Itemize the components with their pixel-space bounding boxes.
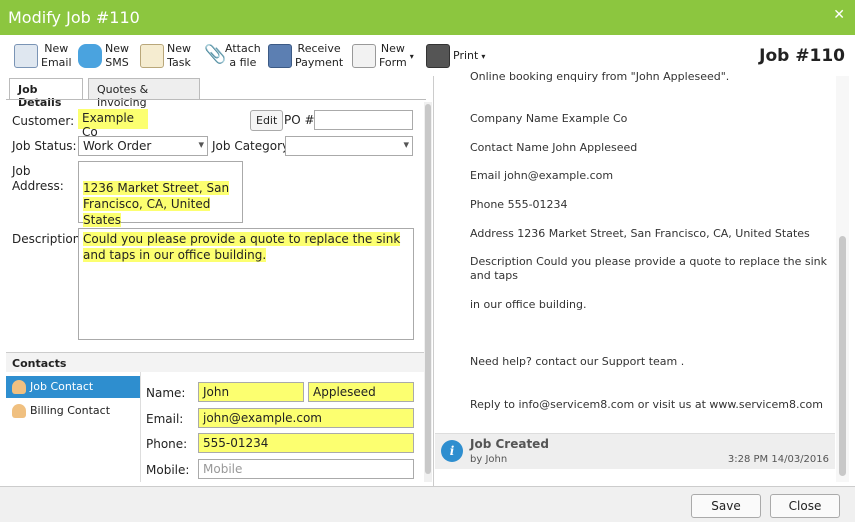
contact-item-job[interactable]: Job Contact (6, 376, 140, 398)
po-number-input[interactable] (314, 110, 413, 130)
tab-quotes-invoicing[interactable]: Quotes & Invoicing (88, 78, 200, 109)
chevron-down-icon: ▾ (481, 51, 486, 61)
person-icon (12, 404, 26, 418)
new-form-label: New Form (379, 42, 407, 69)
email-label: Email: (146, 412, 184, 426)
job-category-label: Job Category (212, 139, 290, 153)
description-field[interactable]: Could you please provide a quote to repl… (78, 228, 414, 340)
attach-file-button[interactable]: 📎 Attach a file (204, 39, 261, 73)
receive-payment-button[interactable]: Receive Payment (268, 39, 343, 73)
job-status-select[interactable]: Work Order ▾ (78, 136, 208, 156)
print-button[interactable]: Print ▾ (426, 39, 485, 73)
customer-field[interactable]: Example Co (78, 109, 148, 139)
footer-bar: Save Close (0, 486, 855, 522)
job-details-panel: Job Details Quotes & Invoicing Customer:… (6, 76, 434, 486)
close-button[interactable]: Close (770, 494, 840, 518)
description-value: Could you please provide a quote to repl… (83, 232, 401, 262)
activity-timestamp: 3:28 PM 14/03/2016 (727, 454, 829, 465)
attach-file-label: Attach a file (225, 42, 261, 69)
left-scrollbar-thumb[interactable] (425, 104, 431, 474)
name-label: Name: (146, 386, 186, 400)
chevron-down-icon: ▾ (198, 138, 204, 151)
right-scrollbar[interactable] (836, 76, 849, 482)
contact-item-billing[interactable]: Billing Contact (6, 400, 140, 422)
new-email-button[interactable]: New Email (14, 39, 72, 73)
edit-customer-button[interactable]: Edit (250, 110, 284, 131)
job-status-label: Job Status: (12, 139, 77, 153)
email-line: in our office building. (470, 298, 587, 311)
new-sms-button[interactable]: New SMS (78, 39, 129, 73)
close-icon[interactable]: ✕ (833, 7, 845, 23)
contact-item-label: Job Contact (30, 380, 94, 393)
left-scrollbar[interactable] (424, 102, 432, 482)
po-label: PO # (284, 113, 315, 127)
title-bar: Modify Job #110 ✕ (0, 0, 855, 35)
job-activity-panel: Online booking enquiry from "John Apples… (435, 70, 853, 486)
new-task-button[interactable]: New Task (140, 39, 191, 73)
email-line: Description Could you please provide a q… (470, 255, 827, 282)
email-input[interactable]: john@example.com (198, 408, 414, 428)
new-task-label: New Task (167, 42, 191, 69)
chevron-down-icon: ▾ (403, 138, 409, 151)
chevron-down-icon: ▾ (409, 51, 414, 61)
activity-entry[interactable]: i Job Created by John 3:28 PM 14/03/2016 (435, 433, 835, 469)
email-line: Contact Name John Appleseed (470, 141, 638, 154)
email-line: Need help? contact our Support team . (470, 355, 685, 368)
window-title: Modify Job #110 (8, 8, 140, 27)
email-line: Phone 555-01234 (470, 198, 568, 211)
job-address-value: 1236 Market Street, San Francisco, CA, U… (83, 181, 230, 227)
tab-divider (6, 99, 426, 100)
right-scrollbar-thumb[interactable] (839, 236, 846, 476)
description-label: Description: (12, 232, 85, 246)
printer-icon (426, 44, 450, 68)
print-label: Print (453, 49, 479, 62)
email-line: Email john@example.com (470, 169, 614, 182)
card-reader-icon (268, 44, 292, 68)
chat-bubble-icon (78, 44, 102, 68)
save-button[interactable]: Save (691, 494, 761, 518)
new-email-label: New Email (41, 42, 72, 69)
task-note-icon (140, 44, 164, 68)
mobile-label: Mobile: (146, 463, 190, 477)
new-sms-label: New SMS (105, 42, 129, 69)
contact-item-label: Billing Contact (30, 404, 111, 417)
contacts-divider (140, 372, 141, 482)
email-line: Company Name Example Co (470, 112, 628, 125)
job-category-select[interactable]: ▾ (285, 136, 413, 156)
email-line: Address 1236 Market Street, San Francisc… (470, 227, 810, 240)
receive-payment-label: Receive Payment (295, 42, 344, 69)
phone-label: Phone: (146, 437, 188, 451)
job-address-label: Job Address: (12, 164, 64, 193)
email-line: Online booking enquiry from "John Apples… (470, 70, 730, 83)
tab-job-details[interactable]: Job Details (9, 78, 83, 109)
form-pencil-icon (352, 44, 376, 68)
paperclip-icon: 📎 (204, 44, 227, 65)
mobile-input[interactable]: Mobile (198, 459, 414, 479)
last-name-input[interactable]: Appleseed (308, 382, 414, 402)
job-address-field[interactable]: 1236 Market Street, San Francisco, CA, U… (78, 161, 243, 227)
email-line: Reply to info@servicem8.com or visit us … (470, 398, 823, 411)
first-name-input[interactable]: John (198, 382, 304, 402)
person-icon (12, 380, 26, 394)
job-number-heading: Job #110 (759, 46, 845, 66)
contacts-header: Contacts (6, 352, 424, 372)
new-form-button[interactable]: New Form ▾ (352, 39, 414, 73)
activity-title: Job Created (470, 437, 549, 451)
phone-input[interactable]: 555-01234 (198, 433, 414, 453)
job-status-value: Work Order (83, 139, 152, 153)
activity-author: by John (470, 454, 508, 465)
envelope-icon (14, 44, 38, 68)
info-icon: i (441, 440, 463, 462)
customer-label: Customer: (12, 114, 75, 128)
